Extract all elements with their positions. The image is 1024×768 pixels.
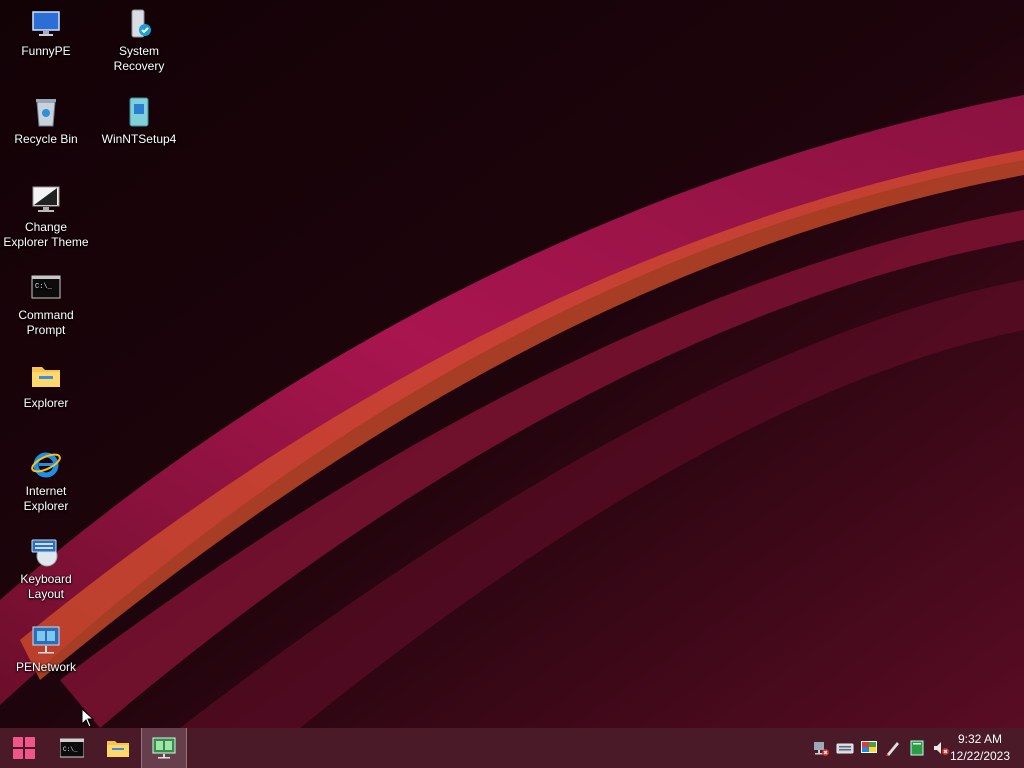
svg-text:C:\_: C:\_: [63, 746, 78, 753]
start-button[interactable]: [1, 728, 47, 768]
taskbar: C:\_ 9:32 AM 12/22/2023: [0, 728, 1024, 768]
green-app-icon[interactable]: [908, 739, 926, 757]
desktop-icon-label: Keyboard Layout: [20, 572, 72, 601]
clock-date: 12/22/2023: [949, 749, 1011, 763]
desktop-icon-label: Explorer: [23, 396, 69, 410]
pen-tool-icon[interactable]: [884, 739, 902, 757]
keyboard-layout-icon: [31, 539, 58, 567]
desktop-icon-change-explorer-theme[interactable]: Change Explorer Theme: [0, 184, 92, 250]
network-icon: [32, 626, 60, 654]
folder-icon: [32, 367, 60, 387]
network-disconnected-icon[interactable]: [812, 739, 830, 757]
desktop-icon-label: System Recovery: [113, 44, 165, 73]
desktop-icon-internet-explorer[interactable]: Internet Explorer: [0, 448, 92, 514]
desktop-icon-label: Recycle Bin: [14, 132, 78, 146]
desktop-icon-winntsetup[interactable]: WinNTSetup4: [93, 96, 185, 147]
desktop-icon-label: FunnyPE: [21, 44, 71, 58]
system-tray: [812, 728, 950, 768]
internet-explorer-icon: [31, 452, 61, 478]
clock-time: 9:32 AM: [957, 732, 1003, 746]
desktop-icon-label: Command Prompt: [18, 308, 74, 337]
desktop-icon-command-prompt[interactable]: C:\_ Command Prompt: [0, 272, 92, 338]
desktop-icon-funnype[interactable]: FunnyPE: [0, 8, 92, 59]
desktop-icon-label: WinNTSetup4: [101, 132, 177, 146]
display-settings-icon[interactable]: [860, 739, 878, 757]
desktop-icon-explorer[interactable]: Explorer: [0, 360, 92, 411]
mouse-cursor-icon: [81, 708, 95, 728]
desktop-icon-label: PENetwork: [15, 660, 77, 674]
winntsetup-icon: [129, 97, 149, 127]
keyboard-icon[interactable]: [836, 739, 854, 757]
computer-icon: [32, 11, 60, 36]
desktop-icon-penetwork[interactable]: PENetwork: [0, 624, 92, 675]
taskbar-file-explorer[interactable]: [95, 728, 141, 768]
taskbar-clock[interactable]: 9:32 AM 12/22/2023: [948, 731, 1012, 765]
network-monitor-icon: [152, 737, 176, 759]
desktop-icon-system-recovery[interactable]: System Recovery: [93, 8, 185, 74]
desktop-icon-label: Internet Explorer: [23, 484, 69, 513]
taskbar-command-prompt[interactable]: C:\_: [49, 728, 95, 768]
system-recovery-icon: [131, 9, 151, 38]
command-prompt-icon: C:\_: [31, 275, 61, 299]
desktop-icon-keyboard-layout[interactable]: Keyboard Layout: [0, 536, 92, 602]
command-prompt-icon: C:\_: [60, 738, 84, 758]
desktop-icon-label: Change Explorer Theme: [3, 220, 89, 249]
desktop-icon-recycle-bin[interactable]: Recycle Bin: [0, 96, 92, 147]
folder-icon: [107, 741, 129, 757]
recycle-bin-icon: [36, 99, 56, 127]
svg-text:C:\_: C:\_: [35, 283, 53, 291]
monitor-theme-icon: [32, 186, 60, 212]
windows-logo-icon: [13, 737, 35, 759]
taskbar-penetwork[interactable]: [141, 728, 187, 768]
